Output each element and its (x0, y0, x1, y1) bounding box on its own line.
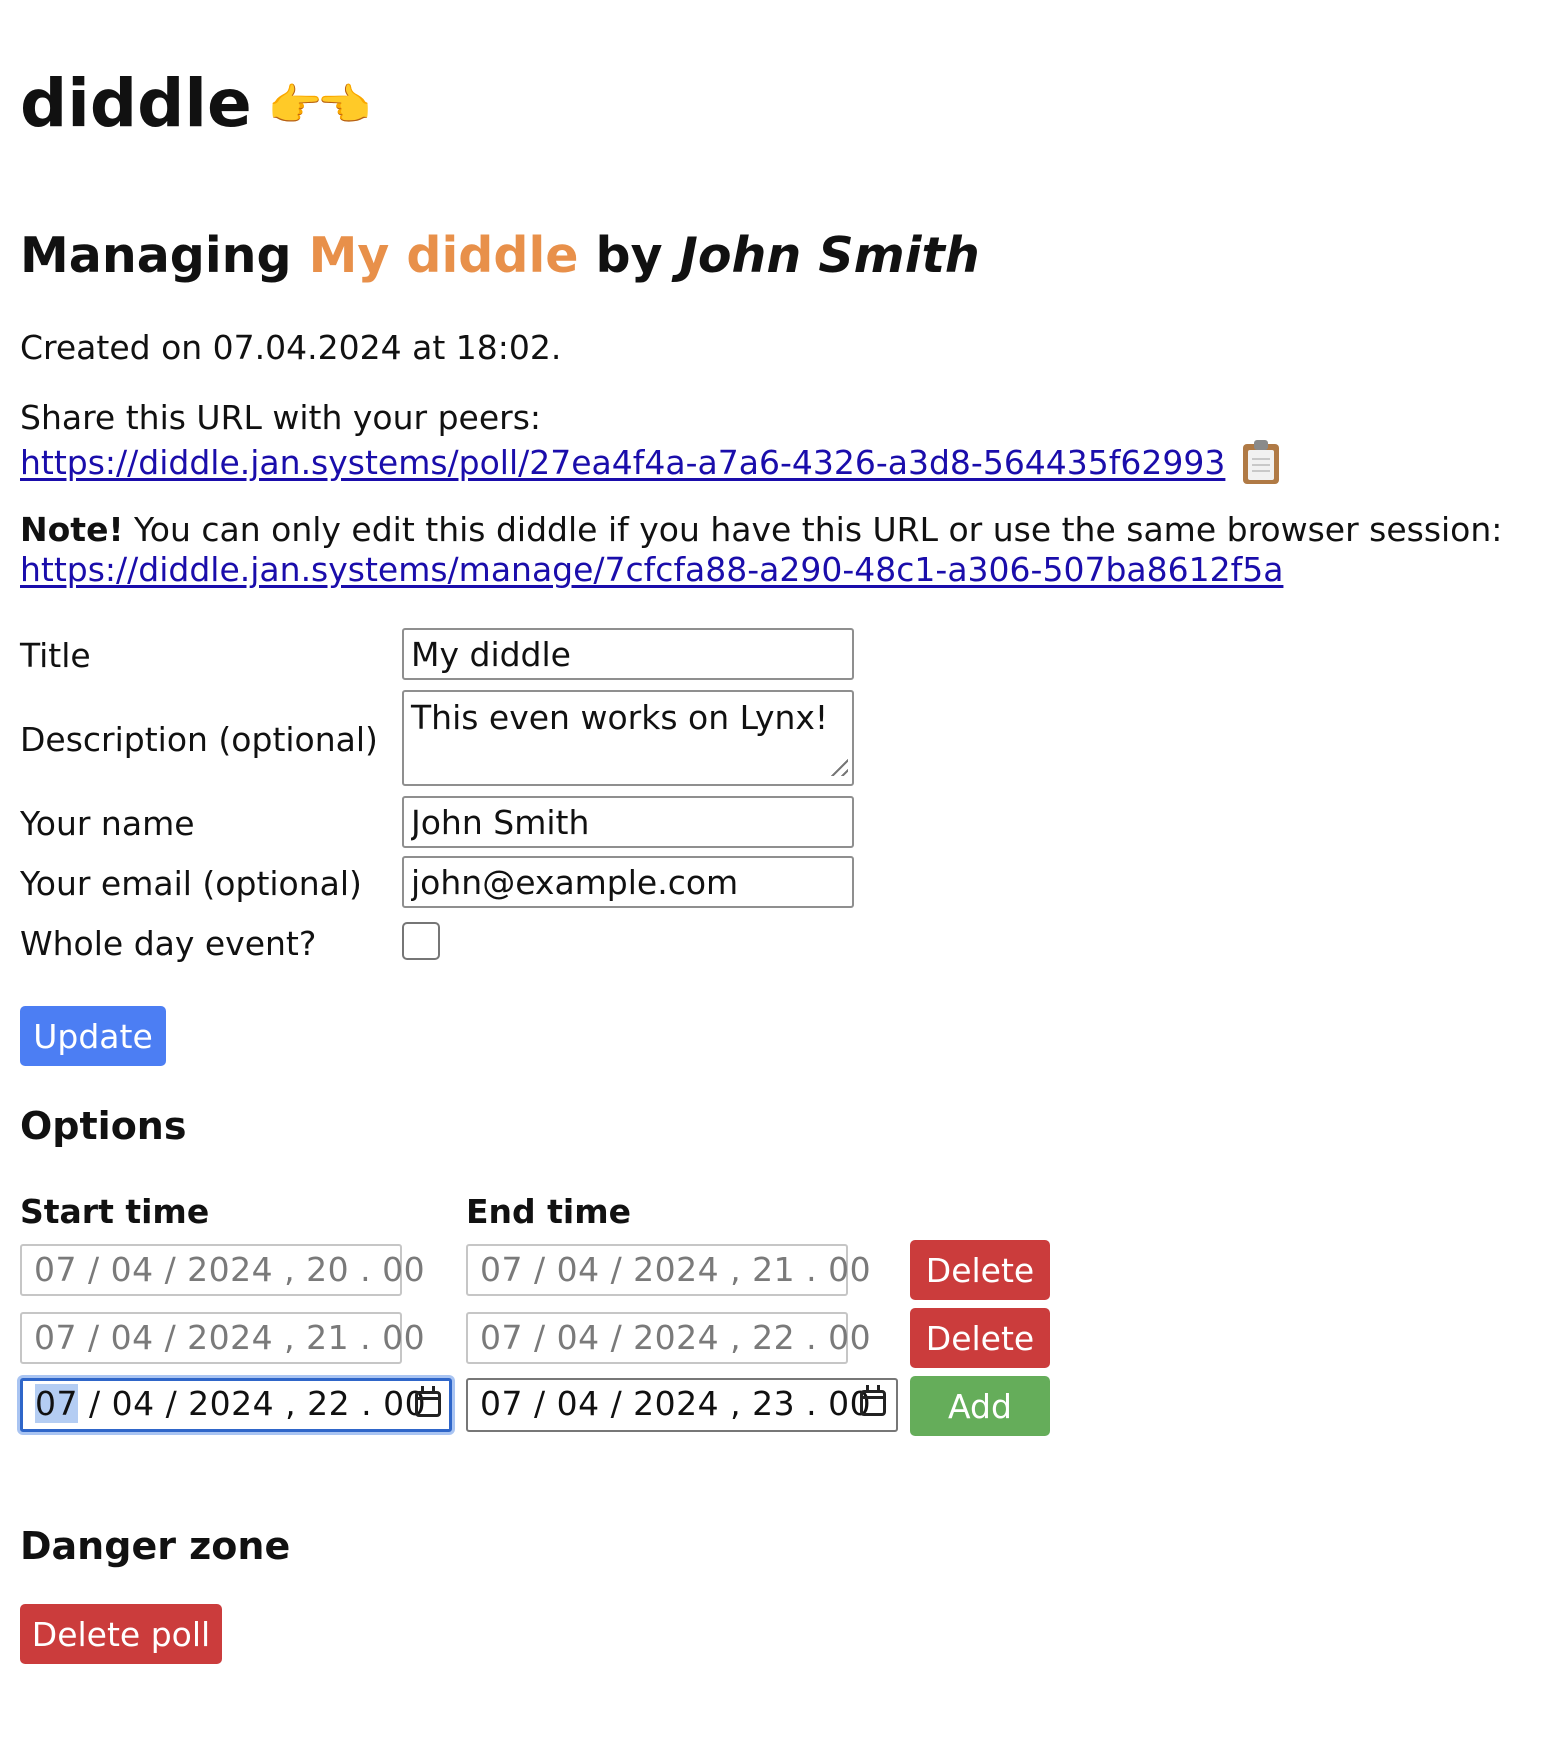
share-url-link[interactable]: https://diddle.jan.systems/poll/27ea4f4a… (20, 443, 1225, 482)
email-input[interactable] (402, 856, 854, 908)
title-label: Title (20, 636, 91, 675)
start-time-header: Start time (20, 1192, 210, 1231)
clipboard-line (1252, 464, 1271, 466)
title-input[interactable] (402, 628, 854, 680)
option-2-start-input[interactable]: 07 / 04 / 2024 , 21 . 00 (20, 1312, 425, 1364)
whole-day-label: Whole day event? (20, 924, 317, 963)
name-input[interactable] (402, 796, 854, 848)
clipboard-line (1252, 470, 1271, 472)
email-label: Your email (optional) (20, 864, 362, 903)
delete-option-1-button[interactable]: Delete (910, 1240, 1050, 1300)
calendar-icon[interactable] (415, 1386, 441, 1417)
share-block: Share this URL with your peers: https://… (20, 396, 1280, 485)
add-option-button[interactable]: Add (910, 1376, 1050, 1436)
options-heading: Options (20, 1104, 187, 1148)
clipboard-icon[interactable] (1243, 440, 1280, 484)
name-label: Your name (20, 804, 195, 843)
new-option-start-rest: / 04 / 2024 , 22 . 00 (78, 1384, 427, 1423)
end-time-header: End time (466, 1192, 631, 1231)
app-title: diddle 👉👈 (20, 56, 372, 154)
new-option-start-input[interactable]: 07 / 04 / 2024 , 22 . 00 (20, 1378, 452, 1432)
selected-day-segment[interactable]: 07 (35, 1384, 78, 1423)
poll-title: My diddle (308, 227, 579, 284)
heading-by: by (595, 227, 663, 284)
note-block: Note! You can only edit this diddle if y… (20, 510, 1502, 590)
new-option-end-value: 07 / 04 / 2024 , 23 . 00 (480, 1384, 872, 1423)
delete-option-2-button[interactable]: Delete (910, 1308, 1050, 1368)
description-label: Description (optional) (20, 720, 378, 759)
update-button[interactable]: Update (20, 1006, 166, 1066)
new-option-end-input[interactable]: 07 / 04 / 2024 , 23 . 00 (466, 1378, 898, 1432)
created-info: Created on 07.04.2024 at 18:02. (20, 328, 562, 367)
clipboard-clip (1254, 440, 1269, 450)
option-2-end-input[interactable]: 07 / 04 / 2024 , 22 . 00 (466, 1312, 871, 1364)
description-textarea[interactable]: This even works on Lynx! (402, 690, 854, 786)
whole-day-checkbox[interactable] (402, 922, 440, 960)
option-1-end-input[interactable]: 07 / 04 / 2024 , 21 . 00 (466, 1244, 871, 1296)
note-label: Note! (20, 510, 124, 549)
option-1-start-input[interactable]: 07 / 04 / 2024 , 20 . 00 (20, 1244, 425, 1296)
note-text: You can only edit this diddle if you hav… (123, 510, 1503, 549)
app-title-text: diddle (20, 65, 252, 142)
calendar-icon[interactable] (860, 1385, 886, 1416)
heading-prefix: Managing (20, 227, 292, 284)
danger-zone-heading: Danger zone (20, 1524, 291, 1568)
share-label: Share this URL with your peers: (20, 398, 542, 437)
delete-poll-button[interactable]: Delete poll (20, 1604, 222, 1664)
pointing-hands-icon: 👉👈 (267, 80, 372, 131)
manage-url-link[interactable]: https://diddle.jan.systems/manage/7cfcfa… (20, 550, 1283, 589)
poll-heading: Managing My diddle by John Smith (20, 224, 980, 288)
poll-author: John Smith (679, 227, 980, 284)
clipboard-line (1252, 458, 1271, 460)
